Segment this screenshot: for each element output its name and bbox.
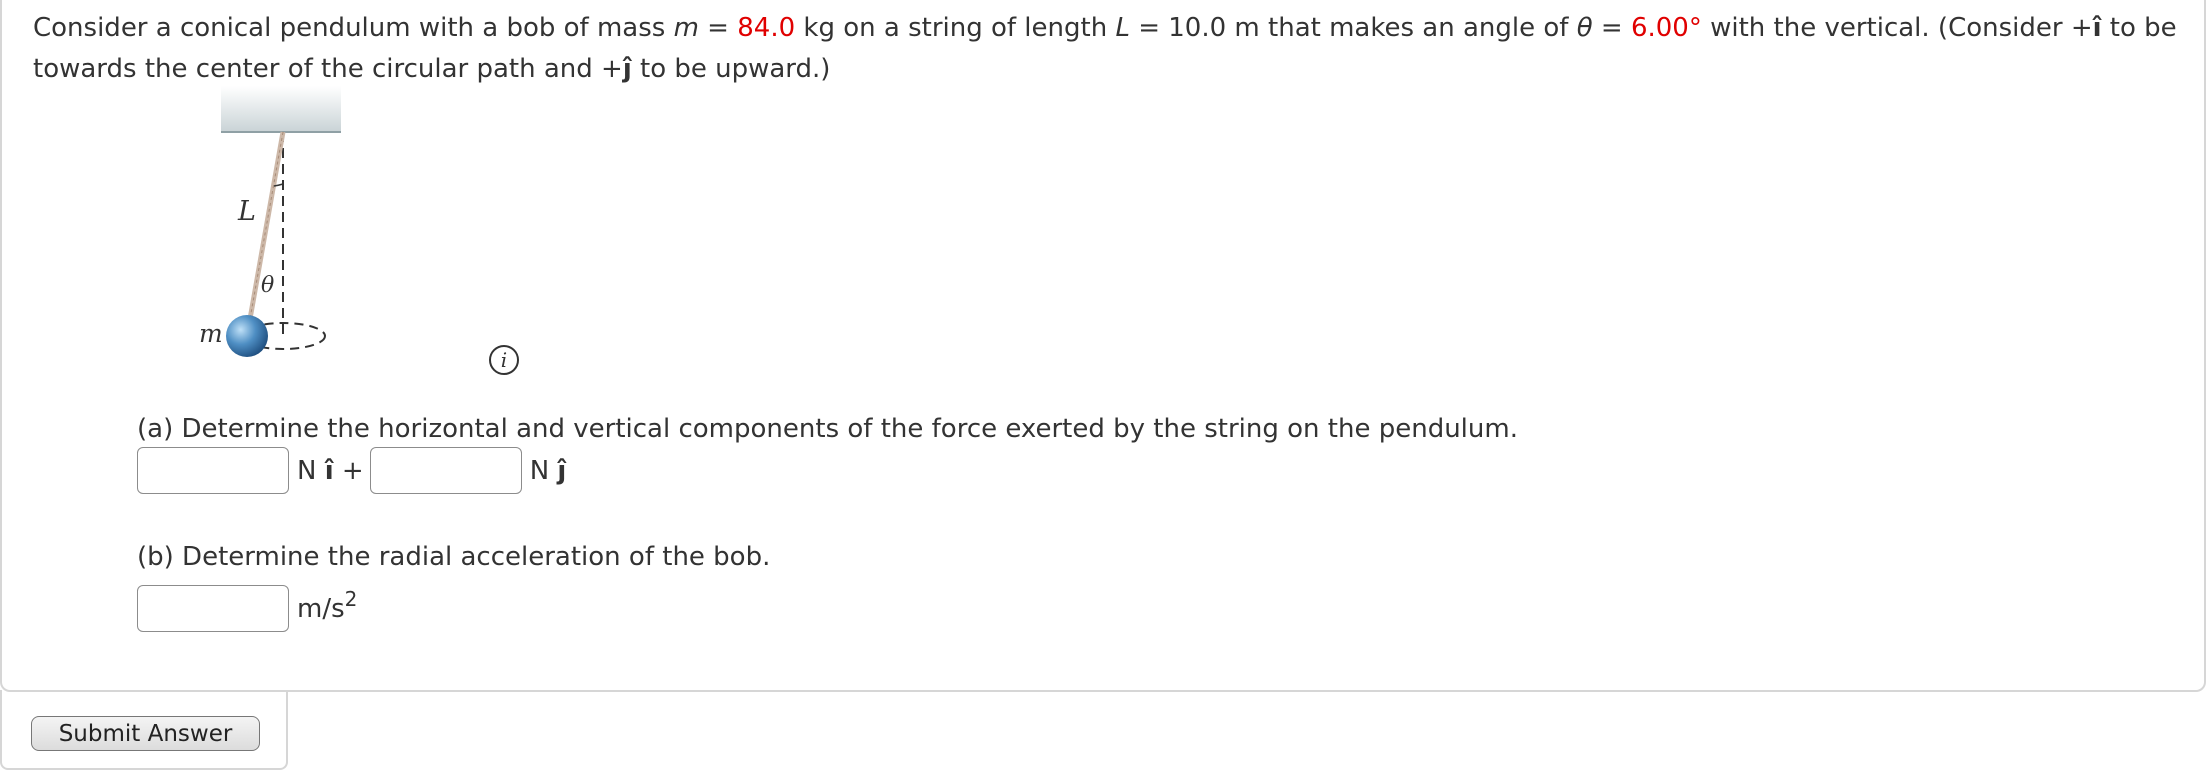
problem-text: Consider a conical pendulum with a bob o… (33, 13, 674, 43)
length-symbol: L (1115, 13, 1130, 43)
equals-sign: = (1592, 13, 1631, 43)
unit-exponent: 2 (344, 586, 358, 611)
vertical-force-input[interactable] (369, 447, 522, 494)
pendulum-bob (226, 315, 268, 357)
info-icon[interactable]: i (489, 345, 519, 375)
mass-symbol: m (673, 13, 699, 43)
radial-acceleration-input[interactable] (137, 585, 289, 632)
problem-text: kg on a string of length (795, 13, 1116, 43)
problem-statement: Consider a conical pendulum with a bob o… (33, 8, 2183, 90)
j-hat-symbol: ĵ (622, 54, 632, 84)
i-hat-symbol: î (324, 455, 334, 486)
plus-sign: + (341, 455, 364, 486)
unit-label: m/s2 (297, 587, 357, 624)
problem-text: with the vertical. (Consider + (1701, 13, 2093, 43)
conical-pendulum-figure: L θ m (199, 86, 341, 357)
mass-label: m (199, 319, 223, 348)
angle-value: 6.00° (1630, 13, 1702, 43)
horizontal-force-input[interactable] (137, 447, 289, 494)
angle-label: θ (261, 273, 274, 298)
part-b-question: (b) Determine the radial acceleration of… (137, 542, 771, 572)
i-hat-symbol: î (2092, 13, 2102, 43)
length-label: L (237, 196, 256, 227)
problem-text: = 10.0 m that makes an angle of (1129, 13, 1577, 43)
unit-label: N î + (297, 456, 364, 486)
part-a-answer-row: N î + N ĵ (137, 447, 572, 494)
j-hat-symbol: ĵ (557, 455, 567, 486)
mass-value: 84.0 (737, 13, 796, 43)
equals-sign: = (698, 13, 738, 43)
unit-newton: N (297, 455, 317, 486)
ceiling (221, 86, 341, 132)
unit-label: N ĵ (530, 456, 567, 486)
unit-newton: N (529, 455, 550, 486)
unit-acceleration: m/s (297, 593, 345, 624)
problem-text: to be upward.) (631, 54, 831, 84)
part-b-answer-row: m/s2 (137, 585, 363, 632)
part-a-question: (a) Determine the horizontal and vertica… (137, 414, 1518, 444)
submit-answer-button[interactable]: Submit Answer (31, 716, 260, 751)
theta-symbol: θ (1576, 13, 1593, 43)
